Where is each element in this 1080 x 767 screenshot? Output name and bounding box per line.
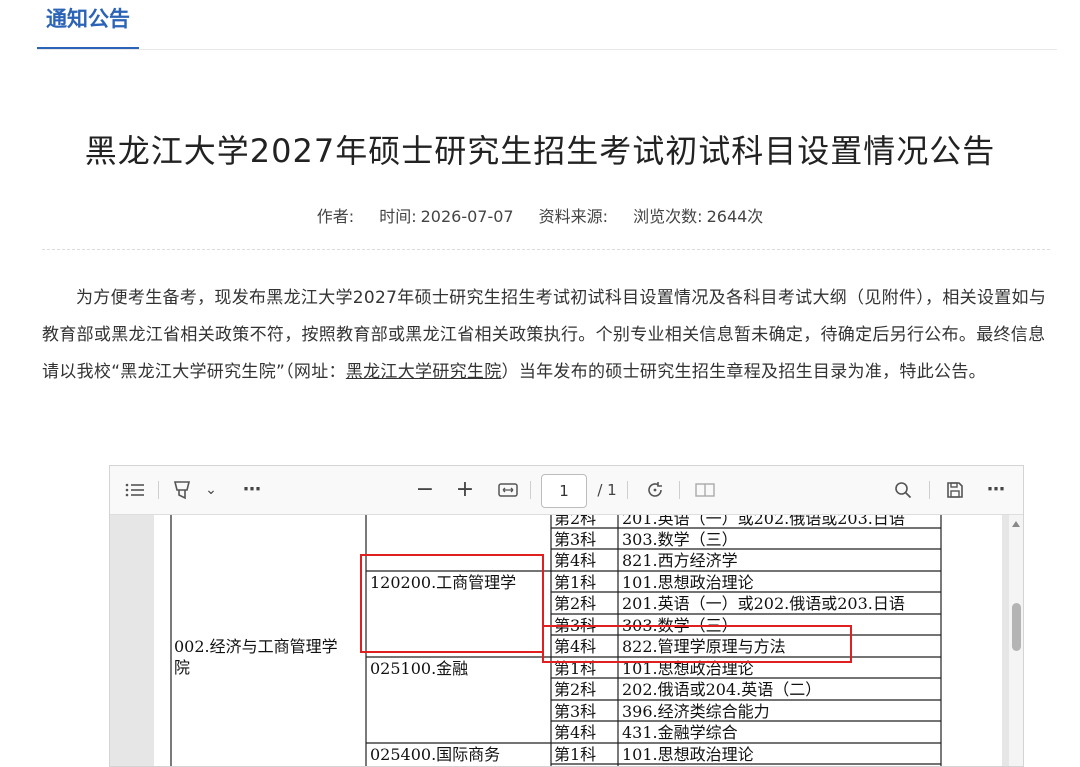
content-cell: 101.思想政治理论: [622, 745, 754, 764]
more-options-right[interactable]: ⋯: [982, 466, 1010, 514]
page-number-input[interactable]: 1: [541, 474, 587, 508]
content-cell: 396.经济类综合能力: [622, 702, 770, 721]
toolbar-separator: [679, 481, 680, 499]
views-value: 2644次: [706, 207, 764, 226]
college-name-line1: 002.经济与工商管理学: [174, 637, 338, 656]
tab-bar: 通知公告: [37, 0, 1057, 50]
major-cell: 025400.国际商务: [370, 745, 501, 764]
scrollbar-thumb[interactable]: [1012, 603, 1021, 651]
chevron-down-icon[interactable]: ⌄: [202, 466, 220, 514]
zoom-out-button[interactable]: −: [412, 466, 438, 514]
highlight-box-subject: [542, 625, 852, 663]
fit-width-icon[interactable]: [495, 466, 521, 514]
content-cell: 303.数学（三）: [622, 530, 738, 549]
save-icon[interactable]: [942, 466, 968, 514]
contents-icon[interactable]: [122, 466, 148, 514]
content-cell: 202.俄语或204.英语（二）: [622, 680, 822, 699]
content-cell: 821.西方经济学: [622, 551, 738, 570]
time-value: 2026-07-07: [420, 207, 514, 226]
subject-cell: 第4科: [554, 551, 597, 570]
college-name-line2: 院: [174, 658, 191, 677]
content-cell: 101.思想政治理论: [622, 573, 754, 592]
zoom-in-button[interactable]: +: [452, 466, 478, 514]
pdf-toolbar: ⌄ ⋯ − + 1 / 1 ⋯: [110, 466, 1023, 515]
toolbar-separator: [530, 481, 531, 499]
subject-cell: 第3科: [554, 530, 597, 549]
article-paragraph: 为方便考生备考，现发布黑龙江大学2027年硕士研究生招生考试初试科目设置情况及各…: [42, 280, 1052, 391]
toolbar-separator: [929, 481, 930, 499]
content-cell: 431.金融学综合: [622, 723, 738, 742]
time-label: 时间:: [379, 207, 417, 226]
pdf-canvas: 002.经济与工商管理学 院 120200.工商管理学 025100.金融 02…: [110, 515, 1023, 766]
tab-notices[interactable]: 通知公告: [37, 0, 139, 49]
pdf-scrollbar[interactable]: [1009, 515, 1023, 766]
more-options-left[interactable]: ⋯: [238, 466, 266, 514]
subject-cell: 第1科: [554, 573, 597, 592]
views-label: 浏览次数:: [633, 207, 703, 226]
content-cell: 201.英语（一）或202.俄语或203.日语: [622, 515, 905, 528]
pdf-viewer: ⌄ ⋯ − + 1 / 1 ⋯ 002.经济与工商管理学 院 120200.工商…: [109, 465, 1024, 767]
graduate-school-link[interactable]: 黑龙江大学研究生院: [346, 362, 502, 382]
meta-divider: [42, 249, 1050, 250]
subject-cell: 第2科: [554, 680, 597, 699]
scroll-up-arrow-icon[interactable]: [1012, 521, 1020, 527]
toolbar-separator: [627, 481, 628, 499]
highlighter-icon[interactable]: [170, 466, 194, 514]
subject-cell: 第3科: [554, 702, 597, 721]
pdf-page: 002.经济与工商管理学 院 120200.工商管理学 025100.金融 02…: [154, 515, 1002, 766]
toolbar-separator: [158, 481, 159, 499]
highlight-box-major: [360, 554, 544, 653]
page-total: / 1: [597, 481, 617, 499]
time-info: 时间: 2026-07-07: [379, 207, 513, 226]
subject-cell: 第1科: [554, 745, 597, 764]
paragraph-text-2: ）当年发布的硕士研究生招生章程及招生目录为准，特此公告。: [501, 362, 986, 382]
two-page-icon[interactable]: [692, 466, 718, 514]
major-cell: 025100.金融: [370, 659, 469, 678]
article-meta: 作者: 时间: 2026-07-07 资料来源: 浏览次数: 2644次: [0, 203, 1080, 227]
author-label: 作者:: [316, 207, 355, 226]
content-cell: 201.英语（一）或202.俄语或203.日语: [622, 594, 905, 613]
subject-cell: 第2科: [554, 594, 597, 613]
rotate-icon[interactable]: [642, 466, 668, 514]
views-info: 浏览次数: 2644次: [633, 207, 763, 226]
subject-cell: 第4科: [554, 723, 597, 742]
article-title: 黑龙江大学2027年硕士研究生招生考试初试科目设置情况公告: [84, 132, 996, 170]
search-icon[interactable]: [890, 466, 916, 514]
source-label: 资料来源:: [538, 207, 609, 226]
subject-cell: 第2科: [554, 515, 597, 528]
